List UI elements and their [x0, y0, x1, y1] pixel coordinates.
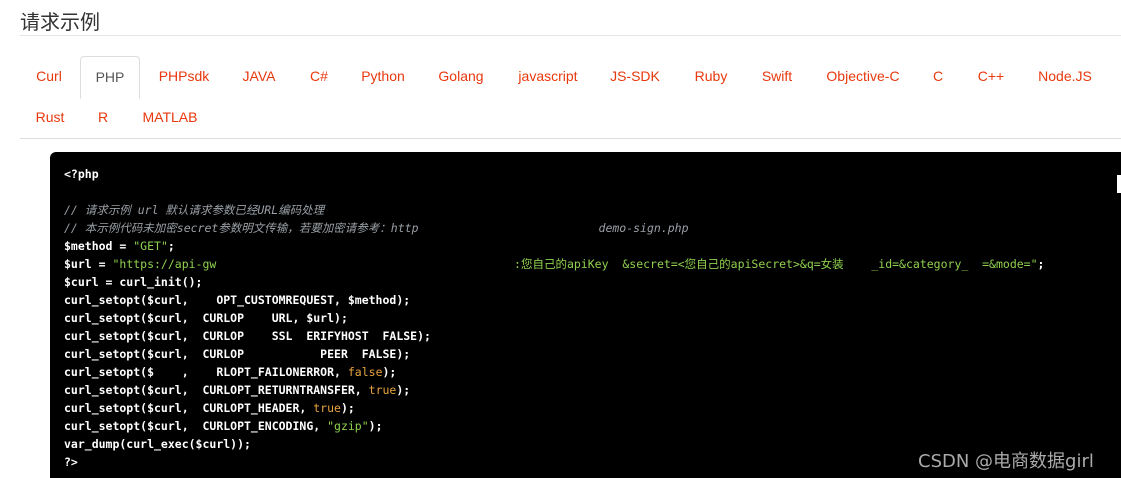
code-token: curl_setopt($curl, CURLOPT_RETURNTRANSFE…: [64, 383, 369, 397]
code-line: $url = "https://api-gw :您自己的apiKey &secr…: [64, 255, 1044, 273]
code-token: // 本示例代码未加密secret参数明文传输，若要加密请参考：http dem…: [64, 221, 689, 235]
code-line: curl_setopt($curl, CURLOP SSL ERIFYHOST …: [64, 327, 1044, 345]
tab-csharp[interactable]: C#: [296, 56, 342, 96]
code-line: curl_setopt($curl, CURLOPT_ENCODING, "gz…: [64, 417, 1044, 435]
code-token: false: [347, 365, 383, 379]
code-line: // 请求示例 url 默认请求参数已经URL编码处理: [64, 201, 1044, 219]
code-token: $url =: [64, 257, 113, 271]
tab-js-sdk[interactable]: JS-SDK: [602, 56, 668, 96]
code-token: curl_setopt($ , RLOPT_FAILONERROR,: [64, 365, 348, 379]
code-token: $curl = curl_init();: [64, 275, 203, 289]
tab-swift[interactable]: Swift: [752, 56, 802, 96]
code-token: var_dump(curl_exec($curl));: [64, 437, 251, 451]
tab-nodejs[interactable]: Node.JS: [1030, 56, 1100, 96]
code-token: curl_setopt($curl, CURLOP SSL ERIFYHOST …: [64, 329, 431, 343]
code-token: $method =: [64, 239, 134, 253]
code-token: "GET": [133, 239, 168, 253]
code-token: curl_setopt($curl, OPT_CUSTOMREQUEST, $m…: [64, 293, 411, 307]
code-line: curl_setopt($curl, CURLOP URL, $url);: [64, 309, 1044, 327]
code-token: "https://api-gw :您自己的apiKey &secret=<您自己…: [112, 257, 1038, 271]
title-divider: [20, 35, 1121, 36]
code-token: true: [368, 383, 397, 397]
code-token: "gzip": [327, 419, 369, 433]
code-token: ?>: [64, 455, 78, 469]
code-line: <?php: [64, 165, 1044, 183]
code-token: curl_setopt($curl, CURLOP URL, $url);: [64, 311, 348, 325]
tab-objective-c[interactable]: Objective-C: [818, 56, 908, 96]
code-line: $curl = curl_init();: [64, 273, 1044, 291]
code-line: curl_setopt($curl, CURLOP PEER FALSE);: [64, 345, 1044, 363]
tab-cpp[interactable]: C++: [968, 56, 1014, 96]
code-token: );: [396, 383, 411, 397]
code-token: ;: [1037, 257, 1045, 271]
tab-matlab[interactable]: MATLAB: [134, 97, 206, 137]
code-line: ?>: [64, 453, 1044, 471]
code-line: curl_setopt($curl, CURLOPT_RETURNTRANSFE…: [64, 381, 1044, 399]
code-token: curl_setopt($curl, CURLOPT_HEADER,: [64, 401, 314, 415]
code-token: ;: [167, 239, 175, 253]
tab-php[interactable]: PHP: [80, 56, 140, 99]
tab-python[interactable]: Python: [350, 56, 416, 96]
tab-golang[interactable]: Golang: [428, 56, 494, 96]
tab-java[interactable]: JAVA: [228, 56, 290, 96]
code-token: );: [340, 401, 355, 415]
code-token: <?php: [64, 167, 99, 181]
tab-r[interactable]: R: [92, 97, 114, 137]
code-line: var_dump(curl_exec($curl));: [64, 435, 1044, 453]
section-title: 请求示例: [20, 10, 100, 34]
code-line: curl_setopt($curl, CURLOPT_HEADER, true)…: [64, 399, 1044, 417]
code-token: // 请求示例 url 默认请求参数已经URL编码处理: [64, 203, 325, 217]
tab-phpsdk[interactable]: PHPsdk: [144, 56, 224, 96]
code-token: curl_setopt($curl, CURLOPT_ENCODING,: [64, 419, 328, 433]
tab-rust[interactable]: Rust: [28, 97, 72, 137]
tab-curl[interactable]: Curl: [20, 56, 78, 96]
tab-c[interactable]: C: [924, 56, 952, 96]
code-block[interactable]: <?php // 请求示例 url 默认请求参数已经URL编码处理 // 本示例代码…: [50, 152, 1121, 478]
tab-javascript[interactable]: javascript: [506, 56, 590, 96]
code-token: );: [382, 365, 397, 379]
language-tabs: Curl PHP PHPsdk JAVA C# Python Golang ja…: [20, 56, 1121, 138]
code-token: curl_setopt($curl, CURLOP PEER FALSE);: [64, 347, 411, 361]
code-line: curl_setopt($curl, OPT_CUSTOMREQUEST, $m…: [64, 291, 1044, 309]
scrollbar-thumb[interactable]: [1117, 175, 1121, 193]
code-token: );: [368, 419, 383, 433]
code-line: // 本示例代码未加密secret参数明文传输，若要加密请参考：http dem…: [64, 219, 1044, 237]
tabs-divider: [20, 138, 1121, 139]
code-line: $method = "GET";: [64, 237, 1044, 255]
code-lines: <?php // 请求示例 url 默认请求参数已经URL编码处理 // 本示例代码…: [64, 165, 1044, 471]
code-token: true: [313, 401, 341, 415]
tab-ruby[interactable]: Ruby: [686, 56, 736, 96]
watermark: CSDN @电商数据girl: [918, 451, 1094, 472]
code-line: curl_setopt($ , RLOPT_FAILONERROR, false…: [64, 363, 1044, 381]
